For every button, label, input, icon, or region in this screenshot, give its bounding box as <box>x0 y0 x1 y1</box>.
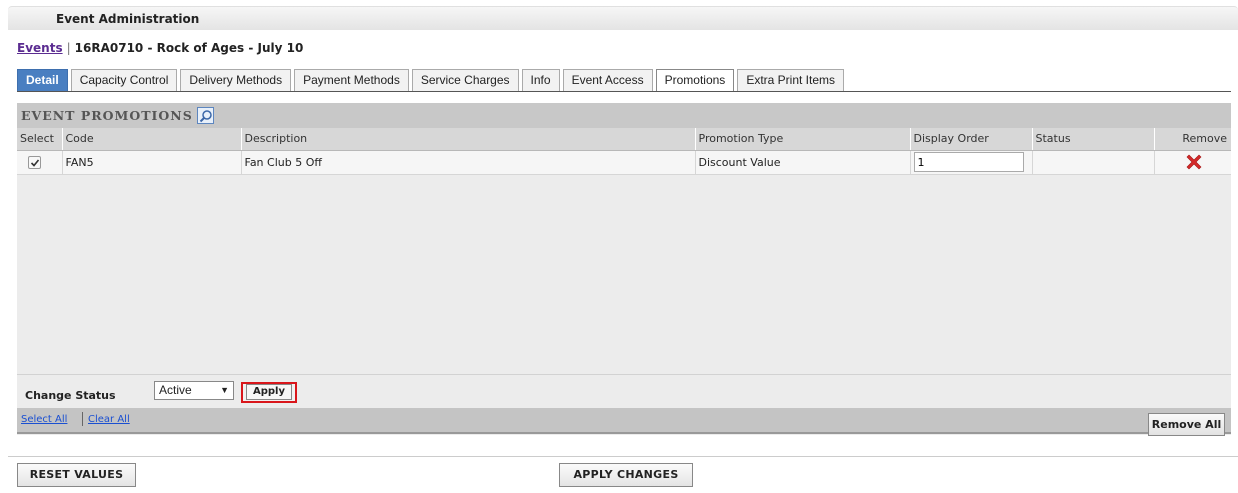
tab-payment-methods[interactable]: Payment Methods <box>294 69 409 91</box>
column-header-status: Status <box>1031 128 1154 151</box>
tab-promotions[interactable]: Promotions <box>655 69 735 91</box>
select-all-link[interactable]: Select All <box>21 414 67 425</box>
column-header-description: Description <box>240 128 695 151</box>
apply-button[interactable]: Apply <box>241 382 297 403</box>
column-header-remove: Remove <box>1153 128 1231 151</box>
column-header-promotion-type: Promotion Type <box>694 128 910 151</box>
tab-underline <box>17 91 1231 92</box>
breadcrumb-current: 16RA0710 - Rock of Ages - July 10 <box>74 41 304 55</box>
table-row: FAN5 Fan Club 5 Off Discount Value <box>17 150 1231 175</box>
status-select-value: Active <box>159 383 192 397</box>
tab-info[interactable]: Info <box>521 69 560 91</box>
display-order-input[interactable] <box>913 152 1024 172</box>
code-cell: FAN5 <box>61 150 241 175</box>
breadcrumb-separator: | <box>66 41 71 55</box>
change-status-bar: Change Status Active ▼ Apply <box>17 374 1231 408</box>
column-header-select: Select <box>17 128 62 151</box>
breadcrumb-events-link[interactable]: Events <box>17 41 63 55</box>
status-select[interactable]: Active ▼ <box>154 381 234 400</box>
tab-extra-print-items[interactable]: Extra Print Items <box>737 69 844 91</box>
tab-delivery-methods[interactable]: Delivery Methods <box>180 69 292 91</box>
promotions-table: Select Code Description Promotion Type D… <box>17 128 1231 175</box>
remove-icon[interactable] <box>1186 154 1202 170</box>
column-header-display-order: Display Order <box>909 128 1032 151</box>
change-status-label: Change Status <box>25 389 116 402</box>
tab-capacity-control[interactable]: Capacity Control <box>70 69 178 91</box>
status-cell <box>1031 150 1154 175</box>
page-title: Event Administration <box>56 12 200 26</box>
header-bar: Event Administration <box>8 6 1238 30</box>
promotion-type-cell: Discount Value <box>694 150 910 175</box>
event-promotions-panel: EVENT PROMOTIONS Select Code Description… <box>17 103 1231 436</box>
tab-event-access[interactable]: Event Access <box>562 69 653 91</box>
remove-all-button[interactable]: Remove All <box>1148 413 1225 436</box>
selection-links-bar: Select All Clear All Remove All <box>17 408 1231 436</box>
clear-all-link[interactable]: Clear All <box>88 414 130 425</box>
column-header-code: Code <box>61 128 241 151</box>
panel-title: EVENT PROMOTIONS <box>21 108 193 123</box>
search-icon[interactable] <box>196 107 214 124</box>
apply-button-label: Apply <box>245 384 292 400</box>
description-cell: Fan Club 5 Off <box>240 150 695 175</box>
tab-service-charges[interactable]: Service Charges <box>411 69 519 91</box>
reset-values-button[interactable]: RESET VALUES <box>17 463 136 487</box>
apply-changes-button[interactable]: APPLY CHANGES <box>559 463 693 487</box>
tab-bar: Detail Capacity Control Delivery Methods… <box>17 69 847 91</box>
breadcrumb: Events | 16RA0710 - Rock of Ages - July 10 <box>17 41 303 55</box>
tab-detail[interactable]: Detail <box>17 69 68 91</box>
table-header-row: Select Code Description Promotion Type D… <box>17 128 1231 151</box>
dropdown-arrow-icon: ▼ <box>220 385 229 395</box>
row-select-checkbox[interactable] <box>28 155 41 169</box>
link-divider <box>82 412 83 426</box>
display-order-cell <box>909 150 1032 175</box>
remove-cell <box>1153 150 1231 175</box>
panel-header: EVENT PROMOTIONS <box>17 103 1231 128</box>
footer-divider <box>8 456 1238 457</box>
select-cell <box>17 150 62 175</box>
